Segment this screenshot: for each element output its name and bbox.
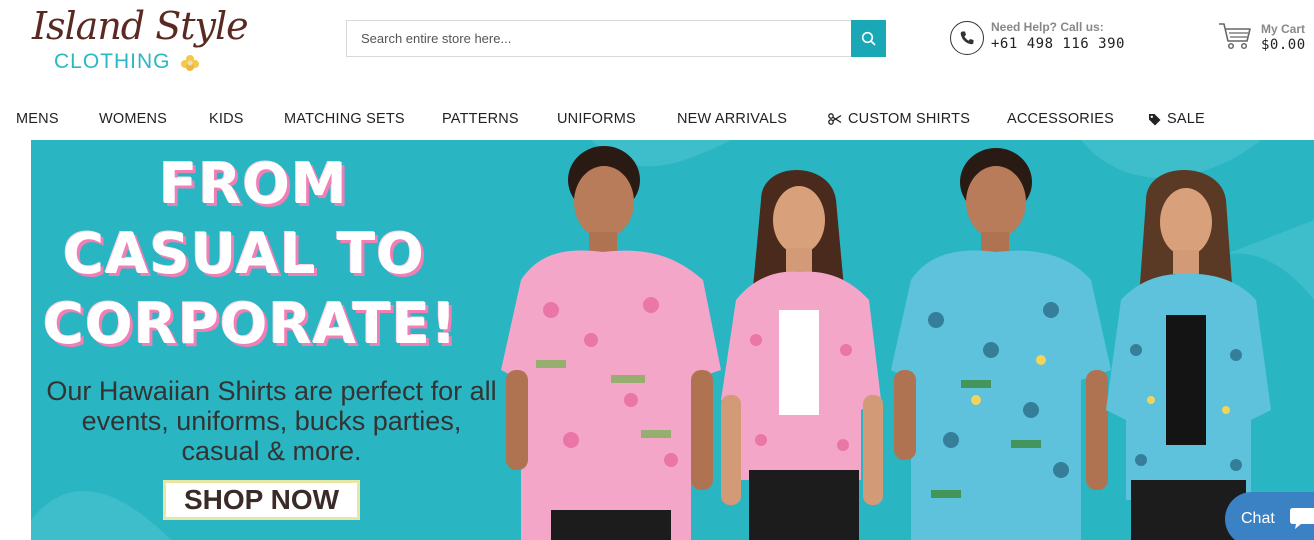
help-phone-number[interactable]: +61 498 116 390 bbox=[991, 36, 1125, 52]
cart-total: $0.00 bbox=[1261, 37, 1306, 53]
cart-icon bbox=[1219, 23, 1251, 50]
logo-script-text: Island Style bbox=[32, 4, 249, 48]
nav-item-patterns[interactable]: PATTERNS bbox=[442, 111, 519, 127]
chat-bubble-icon bbox=[1290, 508, 1314, 529]
hero-subtitle: Our Hawaiian Shirts are perfect for all … bbox=[46, 376, 497, 466]
hero-headline-line-2: CASUAL TO bbox=[63, 222, 425, 287]
chat-widget[interactable]: Chat bbox=[1225, 492, 1314, 540]
flower-icon bbox=[181, 55, 199, 71]
site-header: Island Style CLOTHING Need Help? Call us… bbox=[0, 0, 1314, 96]
nav-item-label: UNIFORMS bbox=[557, 111, 636, 127]
nav-item-new-arrivals[interactable]: NEW ARRIVALS bbox=[677, 111, 787, 127]
nav-item-womens[interactable]: WOMENS bbox=[99, 111, 167, 127]
hero-headline-line-1: FROM bbox=[159, 152, 348, 217]
model-2 bbox=[721, 170, 883, 540]
search-icon bbox=[861, 31, 876, 46]
help-label: Need Help? Call us: bbox=[991, 20, 1104, 34]
nav-item-label: PATTERNS bbox=[442, 111, 519, 127]
nav-item-uniforms[interactable]: UNIFORMS bbox=[557, 111, 636, 127]
scissors-icon bbox=[828, 113, 842, 125]
tag-icon bbox=[1149, 113, 1161, 125]
search-button[interactable] bbox=[851, 20, 886, 57]
nav-item-mens[interactable]: MENS bbox=[16, 111, 59, 127]
phone-icon bbox=[950, 21, 984, 55]
hero-headline-line-3: CORPORATE! bbox=[43, 292, 458, 357]
main-nav: MENS WOMENS KIDS MATCHING SETS PATTERNS … bbox=[0, 100, 1314, 140]
nav-item-label: WOMENS bbox=[99, 111, 168, 127]
search-input[interactable] bbox=[347, 21, 852, 56]
site-logo[interactable]: Island Style CLOTHING bbox=[30, 4, 249, 74]
cart-label: My Cart bbox=[1261, 22, 1306, 36]
search-bar bbox=[346, 20, 886, 57]
nav-item-label: KIDS bbox=[209, 111, 244, 127]
nav-item-accessories[interactable]: ACCESSORIES bbox=[1007, 111, 1114, 127]
nav-item-label: ACCESSORIES bbox=[1007, 111, 1114, 127]
nav-item-custom-shirts[interactable]: CUSTOM SHIRTS bbox=[828, 111, 970, 127]
model-3 bbox=[891, 148, 1111, 540]
nav-item-matching-sets[interactable]: MATCHING SETS bbox=[284, 111, 405, 127]
nav-item-sale[interactable]: SALE bbox=[1148, 111, 1205, 127]
nav-item-label: NEW ARRIVALS bbox=[677, 111, 788, 127]
model-1 bbox=[501, 146, 721, 540]
hero-banner[interactable]: FROM CASUAL TO CORPORATE! Our Hawaiian S… bbox=[31, 140, 1314, 540]
nav-item-label: SALE bbox=[1167, 111, 1205, 127]
nav-item-label: MENS bbox=[16, 111, 59, 127]
chat-label: Chat bbox=[1241, 510, 1275, 527]
nav-item-kids[interactable]: KIDS bbox=[209, 111, 244, 127]
logo-sub-text: CLOTHING bbox=[54, 50, 171, 73]
nav-item-label: MATCHING SETS bbox=[284, 111, 405, 127]
help-contact[interactable]: Need Help? Call us: +61 498 116 390 bbox=[950, 19, 1150, 59]
nav-item-label: CUSTOM SHIRTS bbox=[848, 111, 971, 127]
cart-button[interactable]: My Cart $0.00 bbox=[1218, 18, 1314, 58]
model-4 bbox=[1106, 170, 1271, 540]
shop-now-button[interactable]: SHOP NOW bbox=[163, 480, 360, 520]
